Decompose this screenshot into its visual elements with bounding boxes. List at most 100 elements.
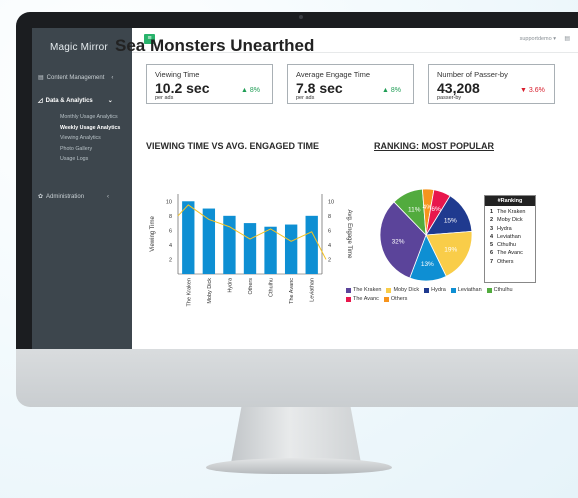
folder-icon: ▤ <box>38 75 44 81</box>
sidebar-item-label: Administration <box>46 193 85 200</box>
y-tick-right: 2 <box>328 257 331 263</box>
pie-legend: The Kraken Moby Dick Hydra Leviathan Cthulhu… <box>346 286 536 304</box>
legend-swatch <box>386 288 392 293</box>
app-logo: Magic Mirror <box>50 42 108 53</box>
legend-swatch <box>450 288 456 293</box>
chart-icon: ◿ <box>38 98 43 104</box>
y-tick-right: 8 <box>328 214 331 220</box>
y-tick-right: 6 <box>328 228 331 234</box>
sidebar-subitem-weekly-usage[interactable]: Weekly Usage Analytics <box>60 123 120 134</box>
pie-chart: 15%19%13%32%11% 4% 6% <box>379 188 473 282</box>
y-tick-left: 2 <box>169 257 172 263</box>
pie-slice-label: 6% <box>431 206 441 213</box>
x-tick-label: Leviathan <box>310 278 316 302</box>
ranking-item: 7 Others <box>490 258 535 266</box>
notifications-icon[interactable]: ▤ <box>564 35 570 42</box>
ranking-name: Others <box>497 258 514 265</box>
chevron-left-icon: ‹ <box>107 193 110 200</box>
card-delta: ▲ 8% <box>382 87 401 94</box>
ranking-name: Leviathan <box>497 233 521 240</box>
pie-slice-label: 13% <box>421 261 434 268</box>
pie-chart-title: RANKING: MOST POPULAR <box>374 141 494 151</box>
card-unit: passer-by <box>437 95 462 101</box>
bar-chart-title: VIEWING TIME VS AVG. ENGAGED TIME <box>146 141 320 151</box>
ranking-number: 4 <box>490 233 494 240</box>
card-delta: ▲ 8% <box>241 87 260 94</box>
bar <box>243 223 257 274</box>
y-axis-label: Viewing Time <box>150 216 156 252</box>
camera-dot <box>299 15 303 19</box>
bar-chart: 2 2 4 4 6 6 8 8 10 10 Viewing Time Avg. Engage Time… <box>150 194 352 306</box>
page-title: Sea Monsters Unearthed <box>115 36 315 55</box>
ranking-item: 3 Hydra <box>490 225 535 233</box>
user-name: supportdemo <box>519 36 552 42</box>
pie-slice-label: 19% <box>444 247 457 254</box>
card-unit: per ads <box>155 95 174 101</box>
sidebar-item-data-analytics[interactable]: ◿ Data & Analytics ⌄ <box>38 97 113 105</box>
x-tick-label: The Kraken <box>186 278 192 306</box>
ranking-item: 2 Moby Dick <box>490 216 535 224</box>
card-value: 7.8 sec <box>296 80 343 96</box>
sidebar-item-administration[interactable]: ✿ Administration ‹ <box>38 193 110 201</box>
sidebar-subitem-usage-logs[interactable]: Usage Logs <box>60 154 120 165</box>
legend-label: Leviathan <box>457 287 482 293</box>
ranking-number: 3 <box>490 225 494 232</box>
sidebar-submenu: Monthly Usage Analytics Weekly Usage Ana… <box>60 112 120 165</box>
legend-item: Cthulhu <box>486 286 513 295</box>
card-label: Number of Passer-by <box>437 70 508 79</box>
legend-label: Cthulhu <box>493 287 513 293</box>
ranking-list: 1 The Kraken 2 Moby Dick 3 Hydra 4 Leviathan 5 Ct… <box>485 208 535 266</box>
chevron-down-icon: ⌄ <box>107 98 113 104</box>
x-tick-label: Others <box>248 278 254 295</box>
ranking-number: 5 <box>490 242 494 249</box>
y-tick-left: 6 <box>169 228 172 234</box>
ranking-item: 4 Leviathan <box>490 233 535 241</box>
y-tick-left: 10 <box>166 199 172 205</box>
legend-item: The Kraken <box>346 286 381 295</box>
ranking-item: 5 Cthulhu <box>490 241 535 249</box>
card-unit: per ads <box>296 95 315 101</box>
legend-item: Moby Dick <box>386 286 419 295</box>
monitor-stand-base <box>206 458 392 474</box>
sidebar-subitem-photo-gallery[interactable]: Photo Gallery <box>60 144 120 155</box>
y-tick-right: 4 <box>328 243 331 249</box>
bar <box>182 201 195 274</box>
legend-swatch <box>486 288 492 293</box>
ranking-item: 1 The Kraken <box>490 208 535 216</box>
legend-swatch <box>346 297 351 302</box>
legend-item: The Avanc <box>346 295 379 304</box>
sidebar-item-content-management[interactable]: ▤ Content Management ‹ <box>38 74 114 82</box>
bar <box>264 226 277 274</box>
legend-swatch <box>346 288 351 293</box>
ranking-item: 6 The Avanc <box>490 249 535 257</box>
monitor-chin <box>16 349 578 407</box>
gear-icon: ✿ <box>38 194 44 200</box>
sidebar-subitem-monthly-usage[interactable]: Monthly Usage Analytics <box>60 112 120 123</box>
pie-slice-label: 32% <box>392 238 405 245</box>
card-value: 43,208 <box>437 80 480 96</box>
y-tick-left: 8 <box>169 214 172 220</box>
ranking-number: 2 <box>490 217 494 224</box>
ranking-title: #Ranking <box>485 196 535 206</box>
card-delta: ▼ 3.6% <box>520 87 545 94</box>
bar <box>305 215 318 274</box>
x-tick-label: Moby Dick <box>207 278 213 304</box>
legend-item: Leviathan <box>450 286 482 295</box>
ranking-name: Cthulhu <box>497 242 516 249</box>
legend-item: Others <box>383 295 407 304</box>
legend-label: The Avanc <box>353 296 379 302</box>
stat-card-engage-time: Average Engage Time 7.8 sec per ads ▲ 8% <box>287 64 414 104</box>
legend-item: Hydra <box>424 286 446 295</box>
card-label: Viewing Time <box>155 70 200 79</box>
pie-slice-label: 11% <box>408 207 421 214</box>
legend-swatch <box>383 297 389 302</box>
bar <box>223 215 236 274</box>
stat-card-passer-by: Number of Passer-by 43,208 passer-by ▼ 3… <box>428 64 555 104</box>
legend-label: Moby Dick <box>393 287 420 293</box>
sidebar-item-label: Content Management <box>46 74 105 81</box>
legend-label: The Kraken <box>353 287 382 293</box>
sidebar-subitem-viewing-analytics[interactable]: Viewing Analytics <box>60 133 120 144</box>
user-menu[interactable]: supportdemo ▾ <box>520 36 556 42</box>
ranking-name: The Kraken <box>497 209 526 215</box>
chevron-left-icon: ‹ <box>111 74 114 81</box>
